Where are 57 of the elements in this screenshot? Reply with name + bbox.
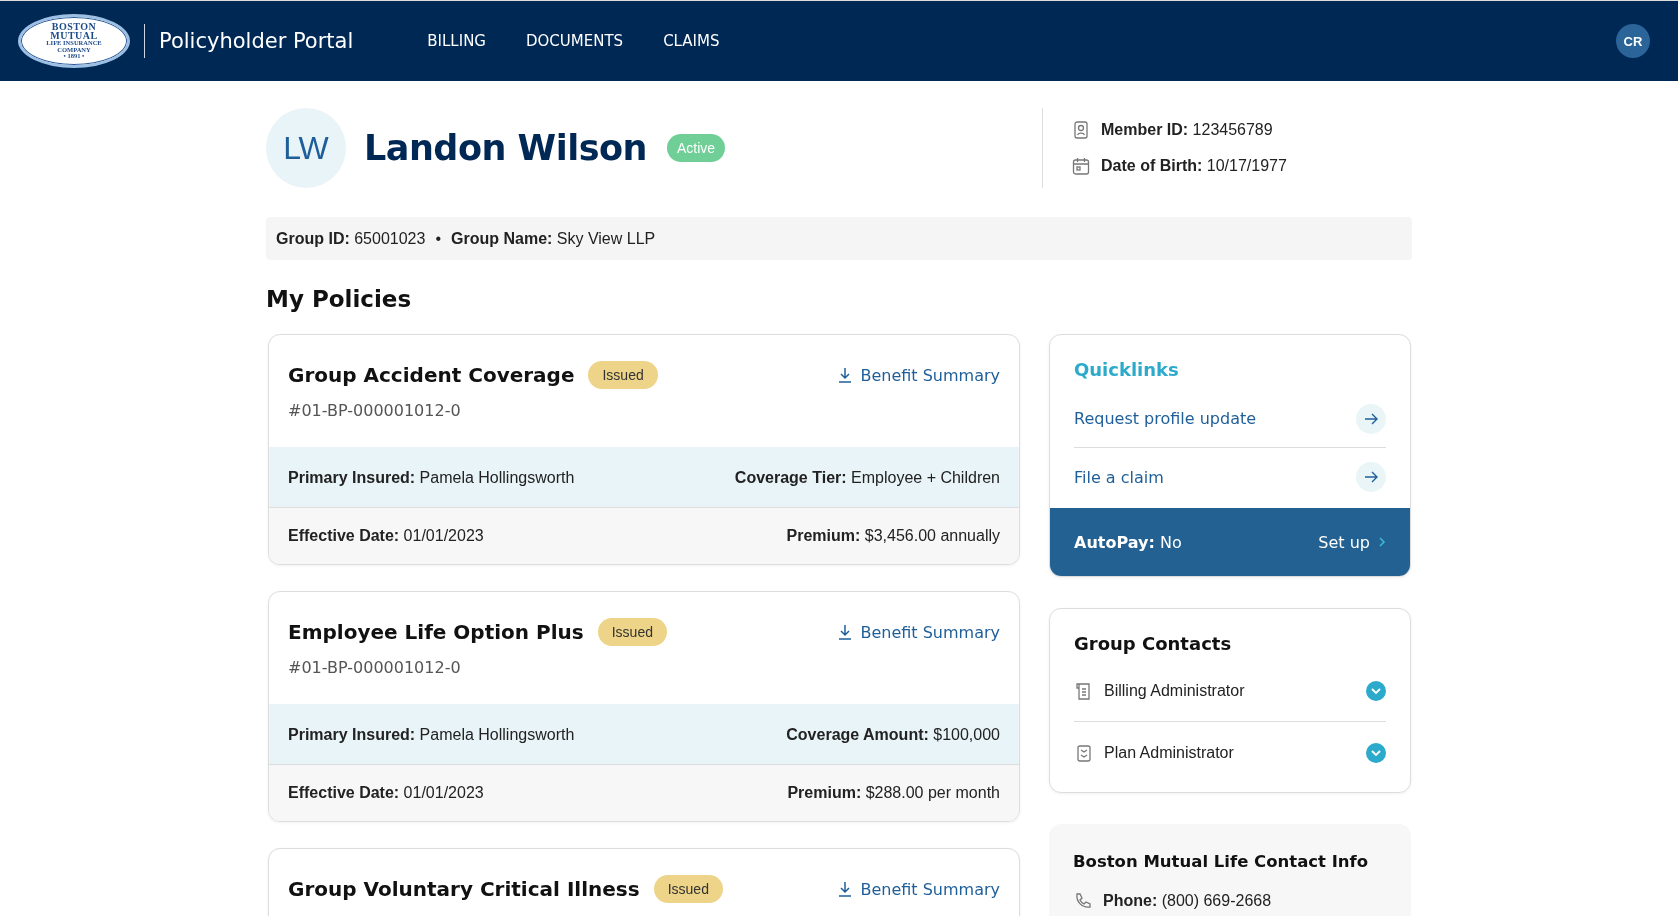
- download-icon: [838, 367, 853, 383]
- phone-icon: [1073, 891, 1093, 911]
- status-badge: Issued: [588, 361, 658, 389]
- field-text: Coverage Amount: $100,000: [786, 725, 1000, 744]
- quick-link[interactable]: Request profile update: [1074, 390, 1386, 448]
- policy-title: Group Accident Coverage: [288, 363, 575, 387]
- field-text: Effective Date: 01/01/2023: [288, 784, 484, 802]
- logo-text: MUTUAL: [50, 31, 98, 41]
- quick-link[interactable]: File a claim: [1074, 448, 1386, 506]
- section-heading: My Policies: [266, 286, 413, 312]
- card-title: Boston Mutual Life Contact Info: [1073, 852, 1370, 871]
- nav-link[interactable]: CLAIMS: [663, 32, 720, 50]
- field-text: Premium: $3,456.00 annually: [786, 527, 1000, 545]
- clipboard-icon: [1074, 743, 1094, 763]
- user-avatar[interactable]: CR: [1616, 24, 1650, 58]
- field-text: Member ID: 123456789: [1101, 121, 1273, 139]
- chevron-down-icon: [1371, 686, 1381, 695]
- field-text: Date of Birth: 10/17/1977: [1101, 157, 1287, 175]
- separator-dot: •: [435, 229, 441, 248]
- status-badge: Active: [666, 134, 726, 162]
- autopay-status: AutoPay: No: [1074, 532, 1182, 552]
- policy-number: #01-BP-000001012-0: [288, 658, 462, 677]
- status-badge: Issued: [653, 875, 723, 903]
- field-text: Primary Insured: Pamela Hollingsworth: [288, 468, 575, 487]
- nav-link[interactable]: DOCUMENTS: [526, 32, 624, 50]
- field-text: Primary Insured: Pamela Hollingsworth: [288, 725, 575, 744]
- card-title: Quicklinks: [1074, 359, 1180, 380]
- policy-number: #01-BP-000001012-0: [288, 401, 462, 420]
- benefit-summary-link[interactable]: Benefit Summary: [838, 879, 1000, 899]
- field-text: Phone: (800) 669-2668: [1103, 892, 1272, 910]
- portal-title: Policyholder Portal: [159, 29, 354, 53]
- benefit-summary-link[interactable]: Benefit Summary: [838, 622, 1000, 642]
- status-badge: Issued: [597, 618, 667, 646]
- chevron-icon: [1378, 536, 1386, 548]
- expand-button[interactable]: [1366, 680, 1386, 701]
- field-text: Group ID: 65001023: [276, 229, 426, 248]
- download-icon: [838, 624, 853, 640]
- setup-link[interactable]: Set up: [1318, 532, 1386, 552]
- profile-avatar: LW: [266, 108, 346, 188]
- nav-link[interactable]: BILLING: [427, 32, 486, 50]
- field-text: Group Name: Sky View LLP: [451, 229, 656, 248]
- policy-title: Employee Life Option Plus: [288, 620, 584, 644]
- logo-text: BOSTON: [51, 22, 97, 32]
- badge-icon: [1071, 120, 1091, 140]
- policy-title: Group Voluntary Critical Illness: [288, 877, 640, 901]
- field-text: Effective Date: 01/01/2023: [288, 527, 484, 545]
- calendar-icon: [1071, 156, 1091, 176]
- chevron-down-icon: [1371, 749, 1381, 757]
- contact-label: Plan Administrator: [1104, 744, 1234, 762]
- field-text: Premium: $288.00 per month: [787, 784, 1000, 802]
- contact-label: Billing Administrator: [1104, 681, 1245, 700]
- card-title: Group Contacts: [1074, 633, 1233, 654]
- expand-button[interactable]: [1366, 743, 1386, 763]
- member-name: Landon Wilson: [364, 128, 647, 168]
- download-icon: [838, 881, 853, 897]
- benefit-summary-link[interactable]: Benefit Summary: [838, 365, 1000, 385]
- field-text: Coverage Tier: Employee + Children: [734, 468, 1000, 487]
